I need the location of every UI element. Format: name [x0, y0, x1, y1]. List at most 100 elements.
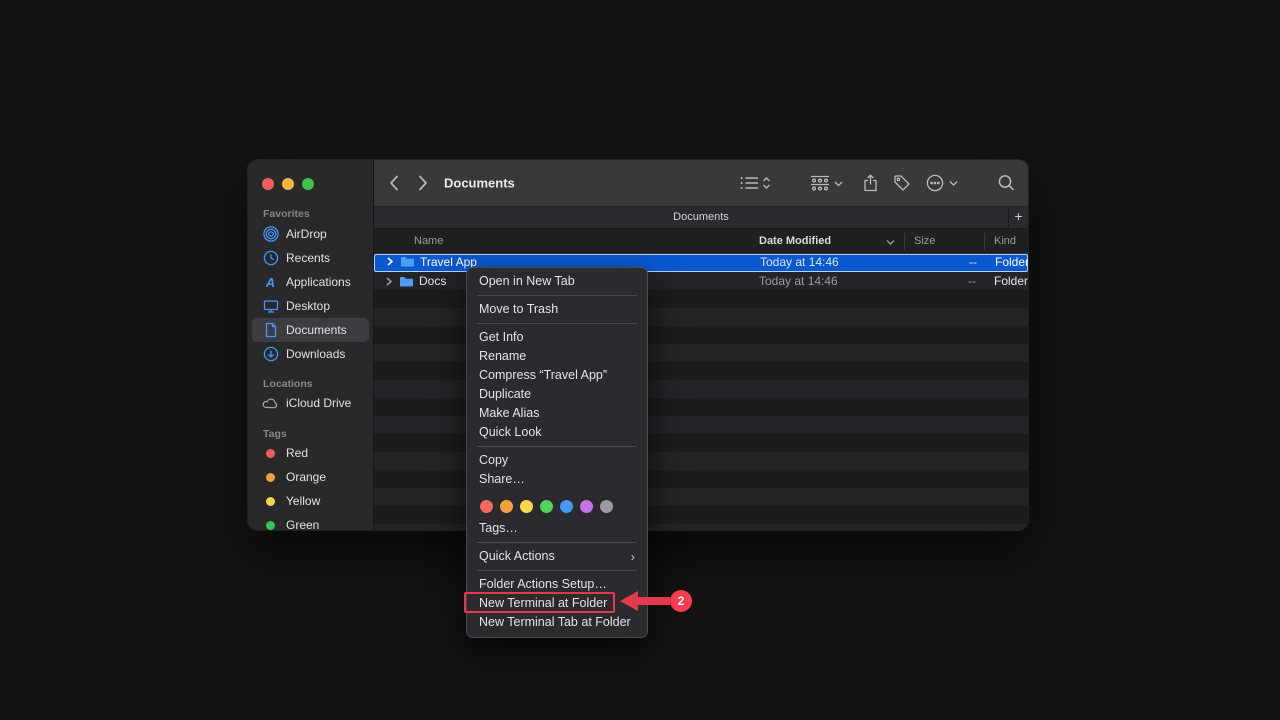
recents-icon	[262, 250, 279, 267]
folder-icon	[399, 272, 414, 290]
back-button[interactable]	[388, 175, 399, 192]
toolbar: Documents	[374, 160, 1028, 207]
search-icon[interactable]	[998, 175, 1015, 192]
file-size: --	[905, 255, 977, 271]
menu-item-quick-look[interactable]: Quick Look	[467, 423, 647, 442]
view-options-button[interactable]	[740, 175, 771, 191]
sidebar-item-desktop[interactable]: Desktop	[252, 294, 369, 318]
traffic-lights	[262, 178, 314, 190]
sidebar-item-tag-orange[interactable]: Orange	[252, 465, 369, 489]
sidebar-item-icloud-drive[interactable]: iCloud Drive	[252, 391, 369, 415]
sidebar-item-downloads[interactable]: Downloads	[252, 342, 369, 366]
applications-icon: A	[262, 274, 279, 291]
file-date: Today at 14:46	[759, 272, 838, 290]
file-kind: Folder	[994, 272, 1028, 290]
menu-item-compress[interactable]: Compress “Travel App”	[467, 366, 647, 385]
menu-separator	[477, 323, 637, 324]
yellow-tag-icon	[262, 493, 279, 510]
sidebar-item-label: Orange	[286, 470, 326, 484]
sidebar-item-label: Desktop	[286, 299, 330, 313]
column-header-date-modified[interactable]: Date Modified	[759, 229, 831, 253]
desktop-icon	[262, 298, 279, 315]
menu-item-make-alias[interactable]: Make Alias	[467, 404, 647, 423]
submenu-chevron-icon: ›	[631, 547, 635, 566]
file-date: Today at 14:46	[760, 255, 839, 271]
sidebar: Favorites AirDrop Recents A Applications	[248, 160, 374, 530]
context-menu: Open in New Tab Move to Trash Get Info R…	[466, 267, 648, 638]
column-divider[interactable]	[984, 233, 985, 250]
icloud-icon	[262, 395, 279, 412]
arrow-left-icon	[618, 588, 674, 619]
menu-item-get-info[interactable]: Get Info	[467, 328, 647, 347]
sidebar-item-documents[interactable]: Documents	[252, 318, 369, 342]
sidebar-item-airdrop[interactable]: AirDrop	[252, 222, 369, 246]
file-kind: Folder	[995, 255, 1028, 271]
sidebar-section-locations: Locations	[263, 378, 313, 390]
menu-item-share[interactable]: Share…	[467, 470, 647, 489]
folder-icon	[400, 254, 415, 271]
purple-tag-swatch[interactable]	[580, 500, 593, 513]
menu-item-tags[interactable]: Tags…	[467, 519, 647, 538]
sidebar-item-label: Downloads	[286, 347, 345, 361]
sidebar-item-recents[interactable]: Recents	[252, 246, 369, 270]
menu-item-copy[interactable]: Copy	[467, 451, 647, 470]
column-header-size[interactable]: Size	[914, 229, 935, 253]
sidebar-item-label: Red	[286, 446, 308, 460]
forward-button[interactable]	[418, 175, 429, 192]
group-by-button[interactable]	[810, 175, 843, 191]
new-tab-button[interactable]: +	[1008, 207, 1028, 228]
sidebar-item-tag-yellow[interactable]: Yellow	[252, 489, 369, 513]
menu-separator	[477, 295, 637, 296]
red-tag-icon	[262, 445, 279, 462]
step-badge: 2	[670, 590, 692, 612]
window-title: Documents	[444, 176, 515, 191]
sidebar-item-tag-red[interactable]: Red	[252, 441, 369, 465]
column-header-kind[interactable]: Kind	[994, 229, 1016, 253]
share-icon[interactable]	[863, 174, 878, 192]
sidebar-section-favorites: Favorites	[263, 208, 310, 220]
disclosure-chevron-icon[interactable]	[385, 272, 393, 290]
close-window-button[interactable]	[262, 178, 274, 190]
blue-tag-swatch[interactable]	[560, 500, 573, 513]
column-divider[interactable]	[904, 233, 905, 250]
column-headers: Name Date Modified Size Kind	[374, 229, 1028, 254]
green-tag-swatch[interactable]	[540, 500, 553, 513]
highlight-box	[464, 592, 615, 613]
file-size: --	[904, 272, 976, 290]
menu-item-label: Quick Actions	[479, 547, 555, 566]
sidebar-item-label: iCloud Drive	[286, 396, 351, 410]
gray-tag-swatch[interactable]	[600, 500, 613, 513]
sidebar-item-label: Applications	[286, 275, 351, 289]
airdrop-icon	[262, 226, 279, 243]
green-tag-icon	[262, 517, 279, 531]
menu-item-move-to-trash[interactable]: Move to Trash	[467, 300, 647, 319]
menu-tag-color-row	[467, 493, 647, 519]
sidebar-item-label: Recents	[286, 251, 330, 265]
more-actions-button[interactable]	[926, 174, 958, 192]
sidebar-item-label: Yellow	[286, 494, 320, 508]
file-name: Docs	[419, 272, 446, 290]
menu-separator	[477, 446, 637, 447]
column-header-name[interactable]: Name	[414, 229, 443, 253]
menu-item-quick-actions[interactable]: Quick Actions ›	[467, 547, 647, 566]
tab-documents[interactable]: Documents	[374, 207, 1028, 228]
disclosure-chevron-icon[interactable]	[386, 254, 394, 271]
sidebar-section-tags: Tags	[263, 428, 287, 440]
minimize-window-button[interactable]	[282, 178, 294, 190]
sidebar-item-tag-green[interactable]: Green	[252, 513, 369, 530]
orange-tag-swatch[interactable]	[500, 500, 513, 513]
downloads-icon	[262, 346, 279, 363]
sidebar-item-label: AirDrop	[286, 227, 327, 241]
zoom-window-button[interactable]	[302, 178, 314, 190]
menu-item-duplicate[interactable]: Duplicate	[467, 385, 647, 404]
sidebar-item-label: Green	[286, 518, 319, 530]
menu-item-open-in-new-tab[interactable]: Open in New Tab	[467, 272, 647, 291]
sidebar-item-label: Documents	[286, 323, 347, 337]
orange-tag-icon	[262, 469, 279, 486]
tab-bar: Documents +	[374, 207, 1028, 229]
sidebar-item-applications[interactable]: A Applications	[252, 270, 369, 294]
red-tag-swatch[interactable]	[480, 500, 493, 513]
tag-icon[interactable]	[893, 174, 911, 192]
menu-item-rename[interactable]: Rename	[467, 347, 647, 366]
yellow-tag-swatch[interactable]	[520, 500, 533, 513]
